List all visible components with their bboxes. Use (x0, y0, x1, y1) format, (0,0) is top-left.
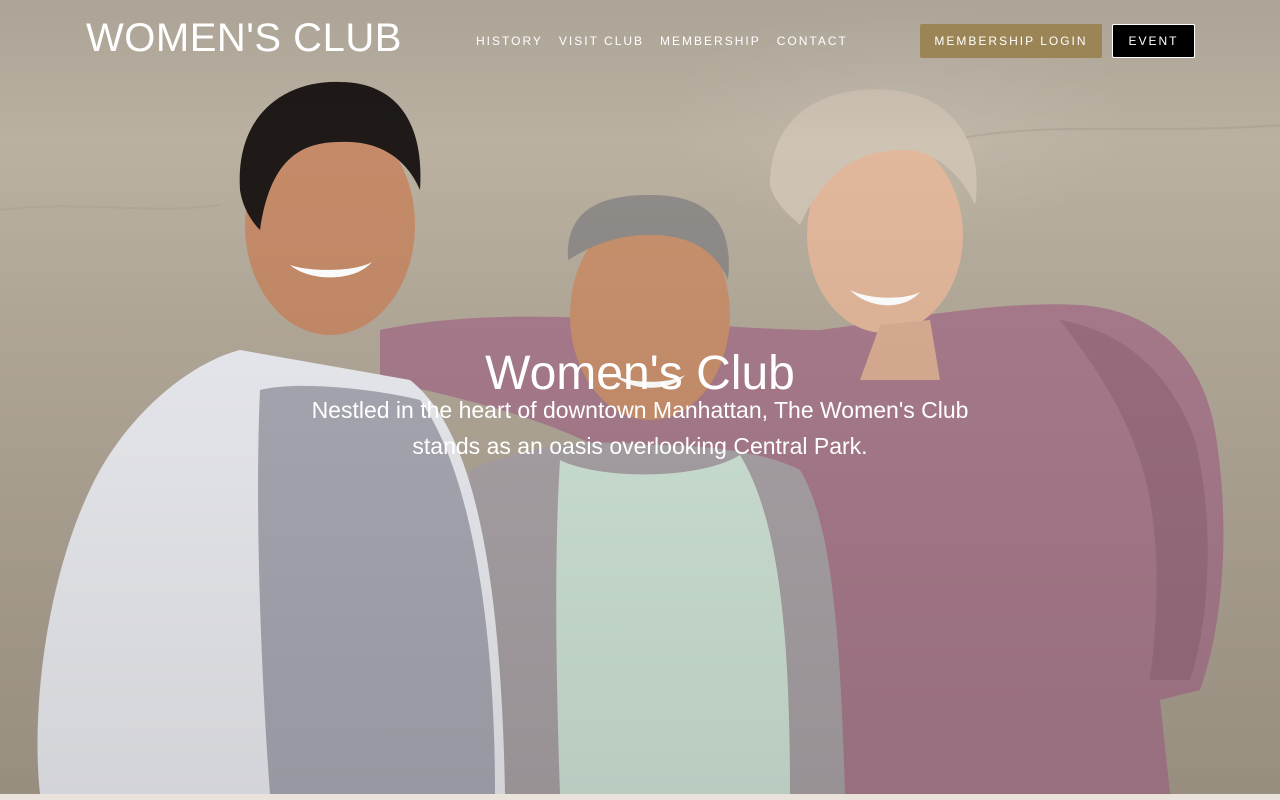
hero-section: WOMEN'S CLUB HISTORY VISIT CLUB MEMBERSH… (0, 0, 1280, 794)
membership-login-button[interactable]: MEMBERSHIP LOGIN (920, 24, 1102, 58)
nav-contact[interactable]: CONTACT (777, 33, 848, 49)
nav-history[interactable]: HISTORY (476, 33, 543, 49)
hero-subtitle: Nestled in the heart of downtown Manhatt… (311, 397, 969, 459)
nav-membership[interactable]: MEMBERSHIP (660, 33, 761, 49)
page-bottom-strip (0, 794, 1280, 800)
main-nav: HISTORY VISIT CLUB MEMBERSHIP CONTACT (476, 33, 864, 49)
site-logo[interactable]: WOMEN'S CLUB (86, 16, 402, 60)
nav-visit-club[interactable]: VISIT CLUB (559, 33, 644, 49)
event-button[interactable]: EVENT (1112, 24, 1195, 58)
